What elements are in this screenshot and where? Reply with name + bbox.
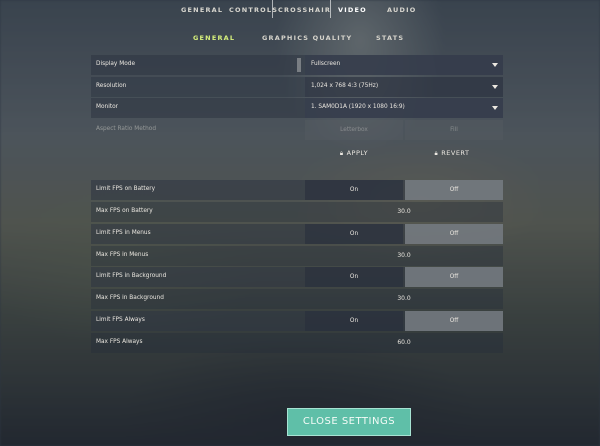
setting-limit-fps-background: Limit FPS in Background On Off: [91, 267, 503, 287]
setting-resolution: Resolution 1,024 x 768 4:3 (75Hz): [91, 77, 503, 97]
max-fps-value-field[interactable]: 30.0: [305, 202, 503, 222]
lock-icon: 🔒︎: [434, 150, 439, 157]
setting-max-fps-background: Max FPS in Background 30.0: [91, 289, 503, 309]
toggle-off-button[interactable]: Off: [405, 224, 503, 244]
lock-icon: 🔒︎: [339, 150, 344, 157]
setting-limit-fps-always: Limit FPS Always On Off: [91, 311, 503, 331]
tab-video[interactable]: VIDEO: [338, 6, 367, 14]
setting-label: Monitor: [96, 104, 119, 110]
setting-monitor: Monitor 1. SAM0D1A (1920 x 1080 16:9): [91, 98, 503, 118]
tab-crosshair[interactable]: CROSSHAIR: [278, 6, 331, 14]
toggle-on-button[interactable]: On: [305, 311, 403, 331]
setting-label: Max FPS on Battery: [96, 208, 153, 214]
toggle-off-button[interactable]: Off: [405, 267, 503, 287]
setting-display-mode: Display Mode Fullscreen: [91, 55, 503, 75]
setting-aspect-ratio: Aspect Ratio Method Letterbox Fill: [91, 120, 503, 140]
setting-label: Max FPS Always: [96, 339, 143, 345]
tab-controls[interactable]: CONTROLS: [229, 6, 278, 14]
apply-button[interactable]: 🔒︎ APPLY: [305, 145, 403, 161]
setting-label: Aspect Ratio Method: [96, 126, 157, 132]
toggle-off-button[interactable]: Off: [405, 180, 503, 200]
setting-label: Max FPS in Menus: [96, 252, 149, 258]
chevron-down-icon: [492, 85, 498, 89]
subtab-general[interactable]: GENERAL: [193, 34, 235, 42]
letterbox-option: Letterbox: [305, 120, 403, 140]
max-fps-value-field[interactable]: 60.0: [305, 333, 503, 353]
revert-button[interactable]: 🔒︎ REVERT: [403, 145, 501, 161]
top-navigation: GENERAL CONTROLS CROSSHAIR VIDEO AUDIO: [0, 0, 600, 20]
apply-label: APPLY: [346, 149, 369, 157]
setting-label: Resolution: [96, 83, 127, 89]
setting-label: Max FPS in Background: [96, 295, 164, 301]
subtab-graphics-quality[interactable]: GRAPHICS QUALITY: [262, 34, 352, 42]
toggle-on-button[interactable]: On: [305, 224, 403, 244]
setting-max-fps-menus: Max FPS in Menus 30.0: [91, 246, 503, 266]
subtab-stats[interactable]: STATS: [376, 34, 404, 42]
chevron-down-icon: [492, 63, 498, 67]
setting-label: Limit FPS on Battery: [96, 186, 156, 192]
close-settings-button[interactable]: CLOSE SETTINGS: [287, 408, 411, 436]
setting-limit-fps-battery: Limit FPS on Battery On Off: [91, 180, 503, 200]
dropdown-value: Fullscreen: [311, 61, 341, 67]
setting-max-fps-always: Max FPS Always 60.0: [91, 333, 503, 353]
max-fps-value-field[interactable]: 30.0: [305, 289, 503, 309]
setting-label: Limit FPS Always: [96, 317, 145, 323]
scroll-handle[interactable]: [297, 58, 301, 72]
chevron-down-icon: [492, 106, 498, 110]
toggle-on-button[interactable]: On: [305, 180, 403, 200]
setting-label: Limit FPS in Menus: [96, 230, 151, 236]
toggle-off-button[interactable]: Off: [405, 311, 503, 331]
display-mode-dropdown[interactable]: Fullscreen: [305, 55, 503, 75]
tab-audio[interactable]: AUDIO: [387, 6, 416, 14]
max-fps-value-field[interactable]: 30.0: [305, 246, 503, 266]
setting-limit-fps-menus: Limit FPS in Menus On Off: [91, 224, 503, 244]
toggle-on-button[interactable]: On: [305, 267, 403, 287]
nav-divider: [272, 0, 273, 18]
dropdown-value: 1,024 x 768 4:3 (75Hz): [311, 83, 379, 89]
setting-label: Display Mode: [96, 61, 136, 67]
revert-label: REVERT: [441, 149, 470, 157]
dropdown-value: 1. SAM0D1A (1920 x 1080 16:9): [311, 104, 405, 110]
monitor-dropdown[interactable]: 1. SAM0D1A (1920 x 1080 16:9): [305, 98, 503, 118]
nav-divider: [330, 0, 331, 18]
setting-label: Limit FPS in Background: [96, 273, 167, 279]
tab-general[interactable]: GENERAL: [181, 6, 223, 14]
fill-option: Fill: [405, 120, 503, 140]
setting-max-fps-battery: Max FPS on Battery 30.0: [91, 202, 503, 222]
resolution-dropdown[interactable]: 1,024 x 768 4:3 (75Hz): [305, 77, 503, 97]
